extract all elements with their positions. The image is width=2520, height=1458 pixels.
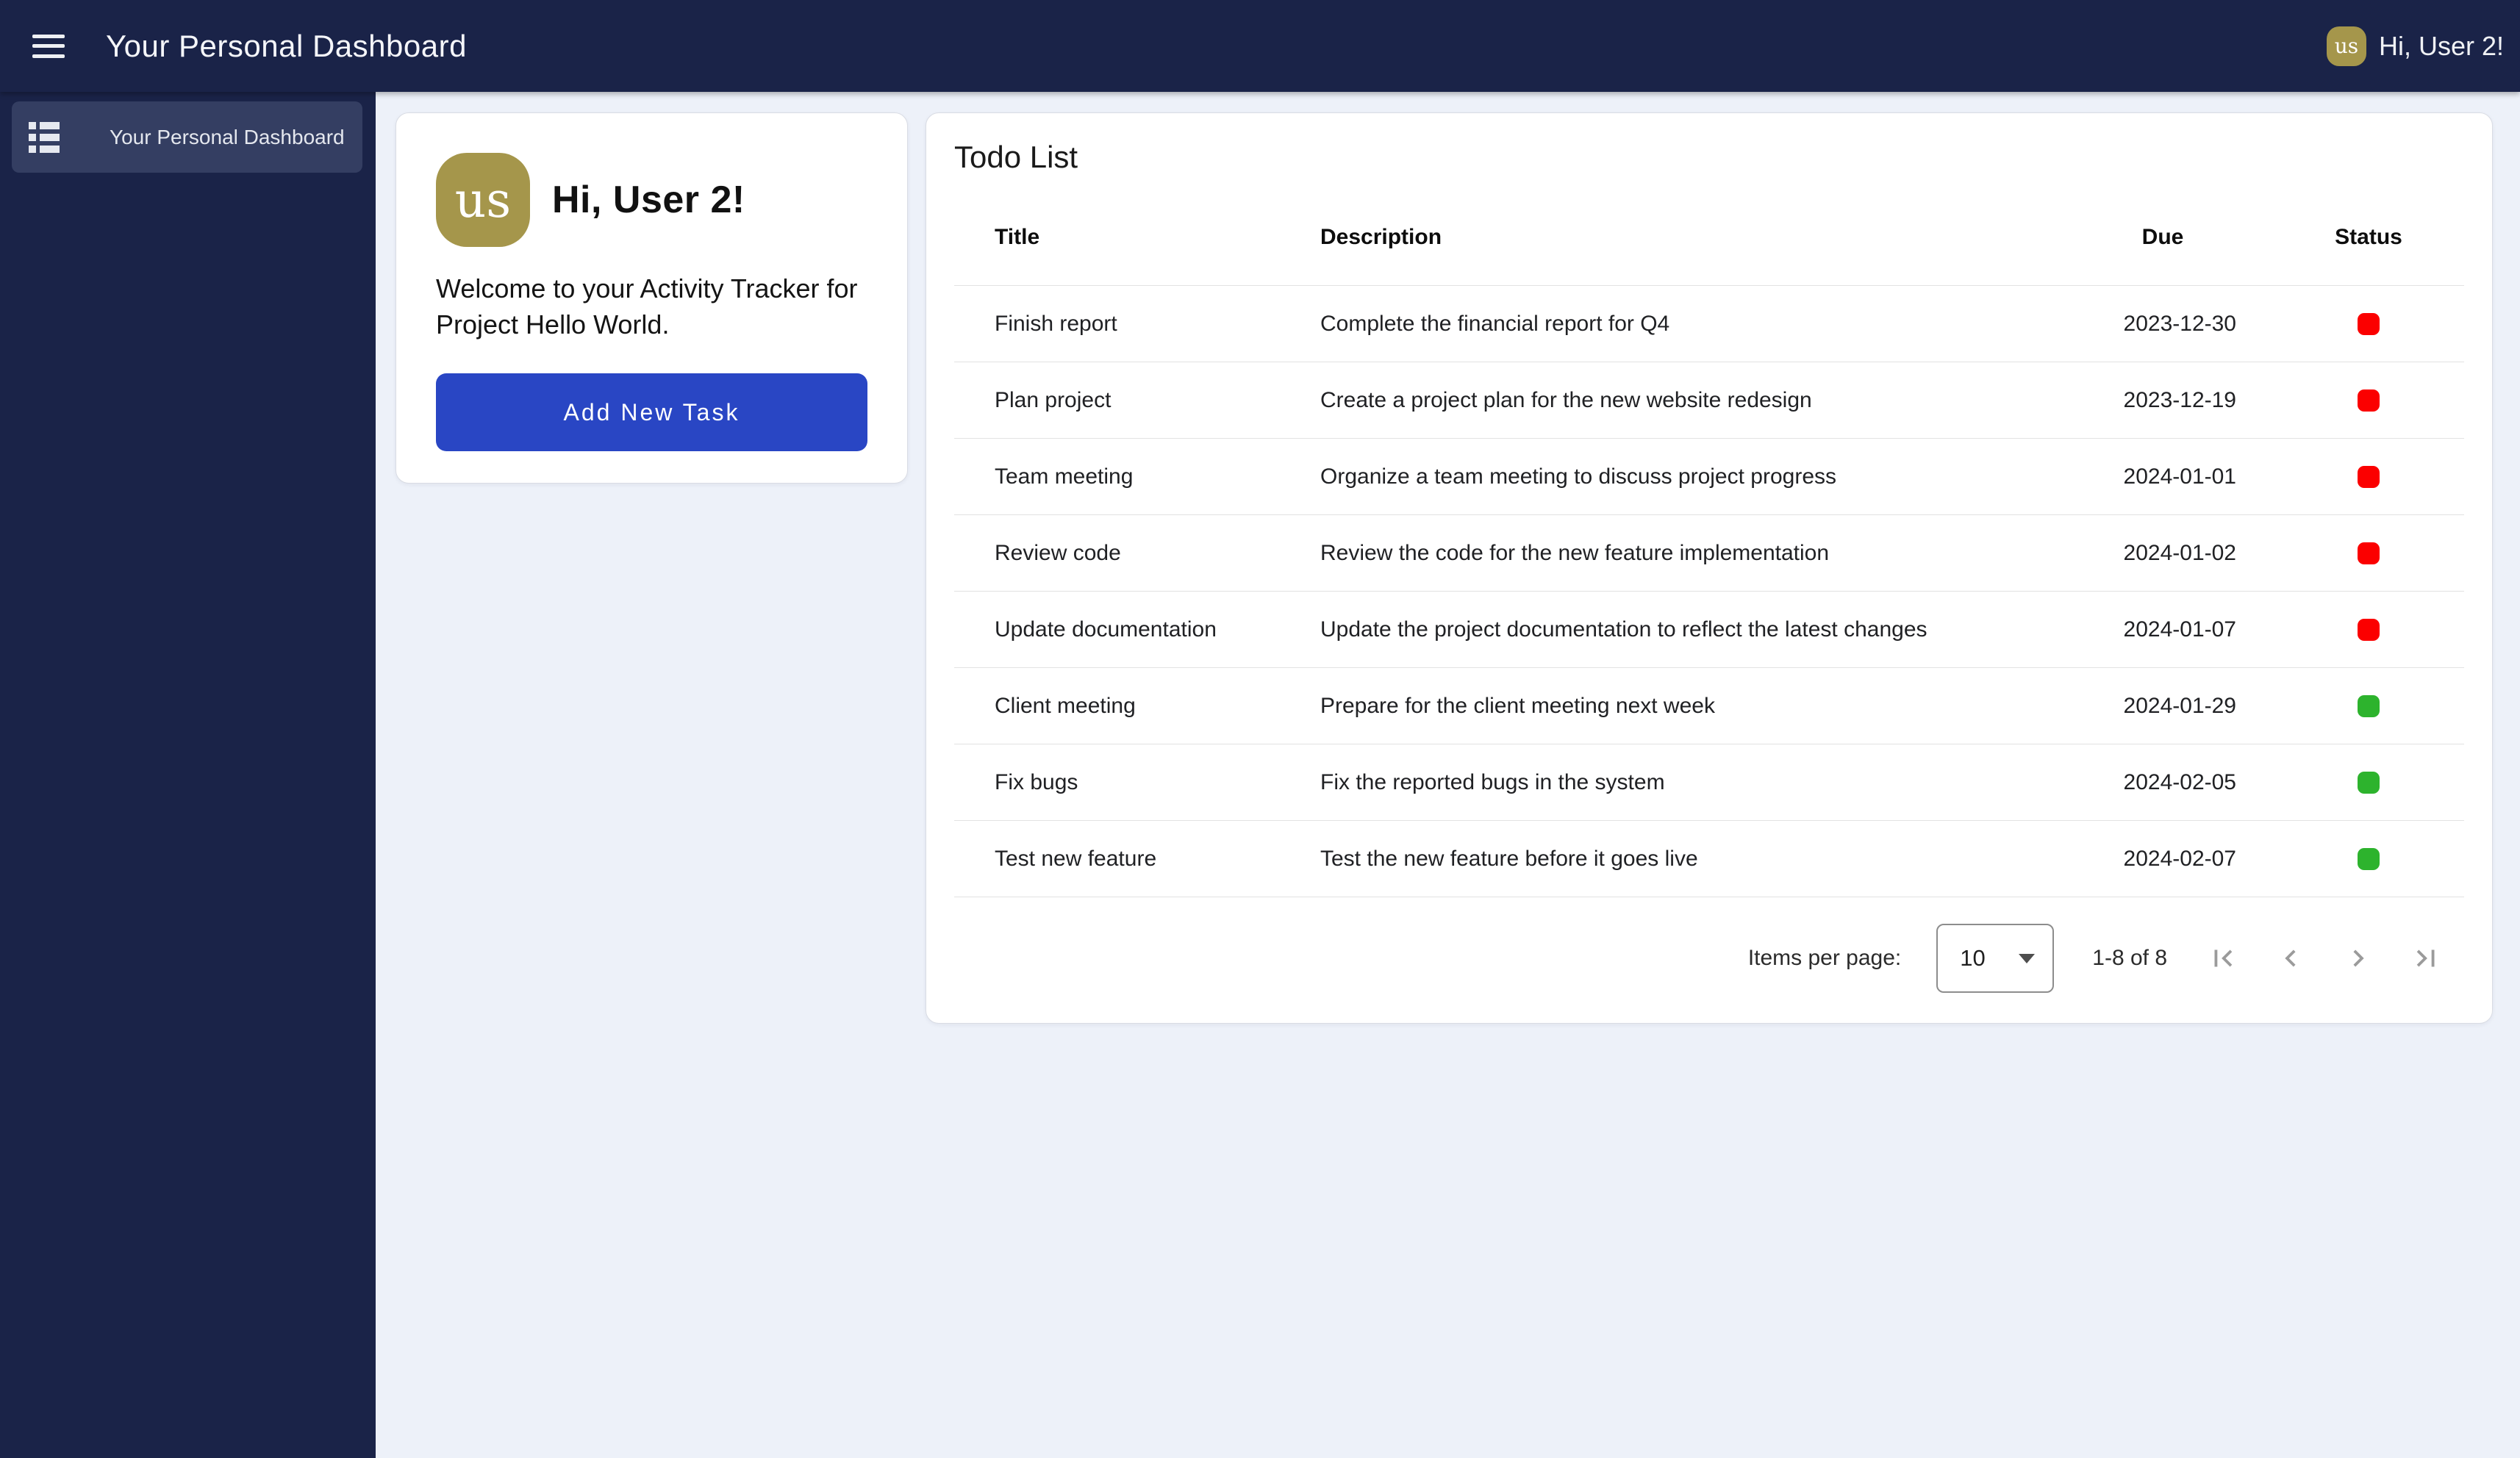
todo-list-card: Todo List Title Description Due Status F…	[926, 112, 2493, 1024]
menu-icon[interactable]	[32, 35, 65, 58]
cell-due: 2024-01-07	[2045, 617, 2280, 642]
table-row: Test new featureTest the new feature bef…	[954, 821, 2464, 897]
cell-status	[2280, 542, 2457, 564]
status-chip	[2358, 389, 2380, 412]
first-page-button[interactable]	[2189, 924, 2257, 992]
cell-description: Create a project plan for the new websit…	[1320, 388, 2045, 413]
status-chip	[2358, 466, 2380, 488]
cell-description: Test the new feature before it goes live	[1320, 847, 2045, 872]
list-icon	[29, 122, 60, 153]
cell-description: Update the project documentation to refl…	[1320, 617, 2045, 642]
table-row: Fix bugsFix the reported bugs in the sys…	[954, 744, 2464, 821]
user-menu[interactable]: us Hi, User 2!	[2327, 26, 2504, 66]
items-per-page-label: Items per page:	[1748, 946, 1901, 971]
cell-due: 2024-01-02	[2045, 541, 2280, 566]
cell-due: 2024-01-01	[2045, 464, 2280, 489]
main-content: us Hi, User 2! Welcome to your Activity …	[376, 92, 2520, 1458]
status-chip	[2358, 848, 2380, 870]
next-page-button[interactable]	[2324, 924, 2392, 992]
cell-description: Fix the reported bugs in the system	[1320, 770, 2045, 795]
cell-status	[2280, 695, 2457, 717]
page-range-label: 1-8 of 8	[2092, 946, 2167, 971]
status-chip	[2358, 313, 2380, 335]
greeting-heading: Hi, User 2!	[552, 178, 745, 222]
sidebar-item-dashboard[interactable]: Your Personal Dashboard	[12, 101, 362, 173]
first-page-icon	[2206, 941, 2240, 975]
user-avatar-large: us	[436, 153, 530, 247]
cell-title: Client meeting	[995, 694, 1320, 719]
next-page-icon	[2341, 941, 2375, 975]
cell-due: 2024-02-05	[2045, 770, 2280, 795]
cell-description: Complete the financial report for Q4	[1320, 312, 2045, 337]
table-row: Finish reportComplete the financial repo…	[954, 286, 2464, 362]
cell-due: 2024-02-07	[2045, 847, 2280, 872]
cell-status	[2280, 389, 2457, 412]
page-size-value: 10	[1960, 945, 1985, 972]
table-header-row: Title Description Due Status	[954, 190, 2464, 286]
status-chip	[2358, 695, 2380, 717]
column-header-title: Title	[995, 225, 1320, 250]
status-chip	[2358, 772, 2380, 794]
table-row: Review codeReview the code for the new f…	[954, 515, 2464, 592]
add-new-task-button[interactable]: Add New Task	[436, 373, 867, 451]
column-header-due: Due	[2045, 225, 2280, 250]
column-header-status: Status	[2280, 225, 2457, 250]
cell-title: Team meeting	[995, 464, 1320, 489]
cell-due: 2023-12-30	[2045, 312, 2280, 337]
table-row: Plan projectCreate a project plan for th…	[954, 362, 2464, 439]
dropdown-caret-icon	[2019, 954, 2035, 963]
top-navbar: Your Personal Dashboard us Hi, User 2!	[0, 0, 2520, 92]
cell-status	[2280, 619, 2457, 641]
user-greeting: Hi, User 2!	[2379, 31, 2504, 62]
app-title: Your Personal Dashboard	[106, 29, 467, 64]
welcome-header: us Hi, User 2!	[436, 153, 867, 247]
page-size-select[interactable]: 10	[1936, 924, 2054, 993]
cell-title: Review code	[995, 541, 1320, 566]
avatar-initials: us	[2335, 34, 2358, 58]
user-avatar: us	[2327, 26, 2366, 66]
welcome-card: us Hi, User 2! Welcome to your Activity …	[395, 112, 908, 484]
welcome-message: Welcome to your Activity Tracker for Pro…	[436, 270, 867, 342]
cell-title: Test new feature	[995, 847, 1320, 872]
paginator-buttons	[2189, 924, 2460, 992]
cell-title: Finish report	[995, 312, 1320, 337]
table-row: Update documentationUpdate the project d…	[954, 592, 2464, 668]
cell-description: Organize a team meeting to discuss proje…	[1320, 464, 2045, 489]
cell-description: Prepare for the client meeting next week	[1320, 694, 2045, 719]
previous-page-icon	[2274, 941, 2308, 975]
cell-status	[2280, 848, 2457, 870]
table-row: Client meetingPrepare for the client mee…	[954, 668, 2464, 744]
table-row: Team meetingOrganize a team meeting to d…	[954, 439, 2464, 515]
todo-list-title: Todo List	[954, 140, 2464, 175]
cell-status	[2280, 466, 2457, 488]
sidebar: Your Personal Dashboard	[0, 92, 376, 1458]
avatar-initials: us	[455, 172, 511, 229]
cell-due: 2023-12-19	[2045, 388, 2280, 413]
cell-title: Fix bugs	[995, 770, 1320, 795]
cell-title: Update documentation	[995, 617, 1320, 642]
cell-title: Plan project	[995, 388, 1320, 413]
table-body: Finish reportComplete the financial repo…	[954, 286, 2464, 897]
previous-page-button[interactable]	[2257, 924, 2324, 992]
sidebar-item-label: Your Personal Dashboard	[110, 126, 345, 149]
status-chip	[2358, 542, 2380, 564]
last-page-button[interactable]	[2392, 924, 2460, 992]
last-page-icon	[2409, 941, 2443, 975]
cell-description: Review the code for the new feature impl…	[1320, 541, 2045, 566]
paginator: Items per page: 10 1-8 of 8	[954, 903, 2464, 1013]
cell-status	[2280, 313, 2457, 335]
cell-status	[2280, 772, 2457, 794]
status-chip	[2358, 619, 2380, 641]
column-header-description: Description	[1320, 225, 2045, 250]
cell-due: 2024-01-29	[2045, 694, 2280, 719]
